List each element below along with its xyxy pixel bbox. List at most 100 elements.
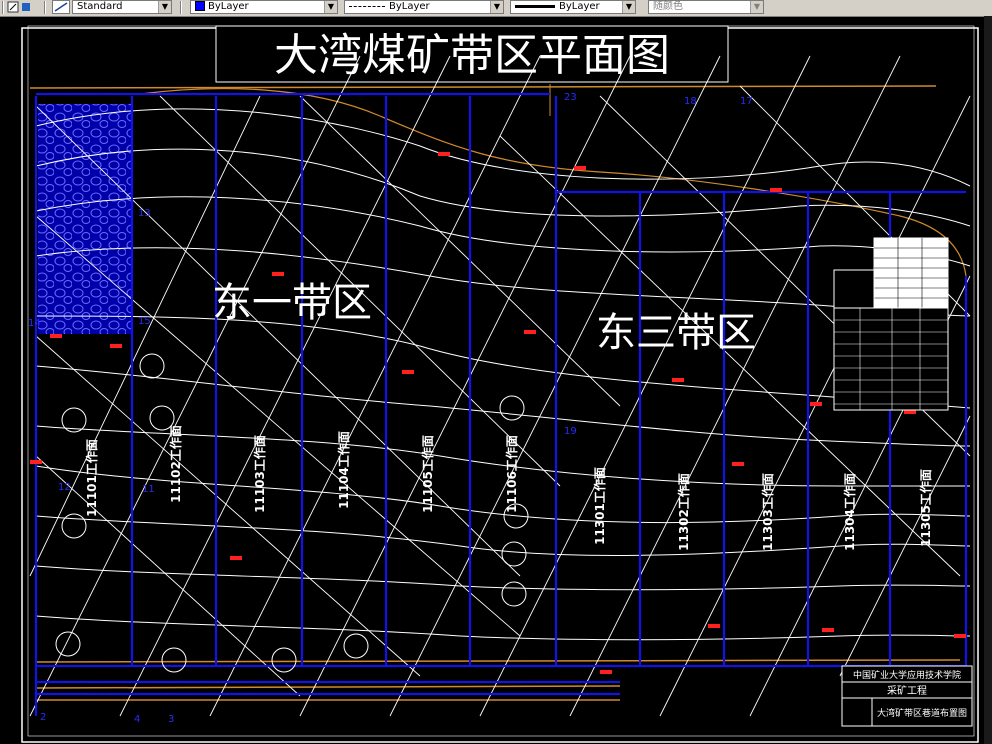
grid-line — [35, 105, 521, 577]
point-labels: 18 17 23 19 14 12 11 13 15 2 4 3 — [28, 92, 753, 725]
plotstyle-dropdown[interactable]: 随颜色 ▼ — [648, 0, 764, 14]
contour-line — [35, 108, 971, 187]
point-label: 19 — [564, 426, 577, 437]
borehole-marker — [732, 462, 744, 466]
toolbar-separator — [44, 1, 46, 14]
contour-line — [35, 196, 971, 267]
lineweight-dropdown-value: ByLayer — [559, 1, 600, 12]
dim-style-icon[interactable] — [52, 0, 70, 14]
contour-line — [35, 247, 971, 317]
region-label-east-three: 东三带区 — [596, 310, 756, 356]
borehole-marker — [954, 634, 966, 638]
boundary-line — [35, 659, 961, 663]
chevron-down-icon[interactable]: ▼ — [324, 1, 337, 13]
grid-line — [209, 55, 541, 717]
borehole-marker — [574, 166, 586, 170]
work-face-label: 11303工作面 — [760, 473, 775, 551]
vertical-scrollbar[interactable] — [984, 16, 992, 744]
style-dropdown[interactable]: Standard ▼ — [72, 0, 172, 14]
borehole-marker — [708, 624, 720, 628]
legend-table-large — [833, 307, 949, 411]
lineweight-dropdown[interactable]: ByLayer ▼ — [510, 0, 636, 14]
properties-toolbar: Standard ▼ ByLayer ▼ ByLayer ▼ ByLayer ▼… — [0, 0, 992, 17]
work-face-label: 11103工作面 — [252, 435, 267, 513]
borehole-marker — [904, 410, 916, 414]
chevron-down-icon[interactable]: ▼ — [158, 1, 171, 13]
survey-circle — [499, 395, 525, 421]
point-label: 3 — [168, 714, 174, 725]
grid-line — [299, 55, 631, 717]
survey-circle — [61, 513, 87, 539]
toolbar-separator — [180, 1, 182, 14]
point-label: 14 — [28, 318, 41, 329]
survey-circle — [501, 581, 527, 607]
region-label-east-one: 东一带区 — [212, 280, 372, 326]
work-face-label: 11102工作面 — [168, 425, 183, 503]
drawing-canvas[interactable]: 大湾煤矿带区平面图 东一带区 东三带区 11101工作面 11102工作面 11… — [0, 16, 992, 744]
boundary-line — [35, 685, 621, 689]
survey-circle — [343, 633, 369, 659]
mine-boundary — [29, 84, 967, 701]
color-dropdown[interactable]: ByLayer ▼ — [190, 0, 338, 14]
point-label: 4 — [134, 714, 140, 725]
borehole-marker — [272, 272, 284, 276]
borehole-marker — [438, 152, 450, 156]
linetype-dropdown-value: ByLayer — [389, 1, 430, 12]
drawing-title: 大湾煤矿带区平面图 — [274, 30, 670, 81]
rock-hatch-area — [38, 104, 132, 334]
chevron-down-icon[interactable]: ▼ — [750, 1, 763, 13]
work-face-labels: 11101工作面 11102工作面 11103工作面 11104工作面 1110… — [84, 425, 933, 551]
borehole-marker — [524, 330, 536, 334]
grid-line — [479, 55, 811, 717]
borehole-marker — [230, 556, 242, 560]
chevron-down-icon[interactable]: ▼ — [490, 1, 503, 13]
title-block-school: 中国矿业大学应用技术学院 — [853, 669, 961, 681]
toolbar-separator — [2, 1, 4, 14]
work-face-label: 11302工作面 — [676, 473, 691, 551]
lineweight-preview — [515, 4, 555, 8]
survey-circle — [55, 631, 81, 657]
point-label: 11 — [142, 484, 155, 495]
contour-line — [35, 148, 971, 227]
legend-table-side — [833, 269, 875, 309]
contour-line — [35, 565, 971, 591]
point-label: 12 — [58, 482, 71, 493]
survey-circle — [149, 405, 175, 431]
borehole-marker — [810, 402, 822, 406]
point-label: 17 — [740, 96, 753, 107]
work-face-label: 11301工作面 — [592, 467, 607, 545]
contour-line — [35, 615, 971, 641]
borehole-marker — [770, 188, 782, 192]
title-block-sheet: 大湾矿带区巷道布置图 — [877, 707, 967, 719]
work-face-label: 11304工作面 — [842, 473, 857, 551]
grid-line — [119, 55, 451, 717]
borehole-marker — [600, 670, 612, 674]
text-style-icon[interactable] — [6, 0, 36, 14]
chevron-down-icon[interactable]: ▼ — [622, 1, 635, 13]
grid-line — [299, 95, 621, 407]
cad-window: Standard ▼ ByLayer ▼ ByLayer ▼ ByLayer ▼… — [0, 0, 992, 744]
title-block-dept: 采矿工程 — [887, 684, 927, 697]
borehole-marker — [50, 334, 62, 338]
borehole-marker — [672, 378, 684, 382]
borehole-marker — [30, 460, 42, 464]
work-face-label: 11104工作面 — [336, 431, 351, 509]
grid-line — [839, 415, 971, 677]
point-label: 23 — [564, 92, 577, 103]
color-dropdown-value: ByLayer — [208, 1, 249, 12]
borehole-marker — [110, 344, 122, 348]
legend-table-small — [873, 237, 949, 309]
linetype-dropdown[interactable]: ByLayer ▼ — [344, 0, 504, 14]
style-dropdown-value: Standard — [77, 1, 123, 12]
survey-circle — [271, 647, 297, 673]
boundary-line — [29, 85, 937, 89]
survey-circle — [161, 647, 187, 673]
linetype-preview — [349, 5, 385, 7]
survey-circle — [139, 353, 165, 379]
color-swatch — [195, 1, 205, 11]
borehole-marker — [402, 370, 414, 374]
work-face-label: 11305工作面 — [918, 469, 933, 547]
roadway-network — [35, 93, 967, 716]
work-face-label: 11105工作面 — [420, 435, 435, 513]
coordinate-grid — [29, 55, 971, 717]
